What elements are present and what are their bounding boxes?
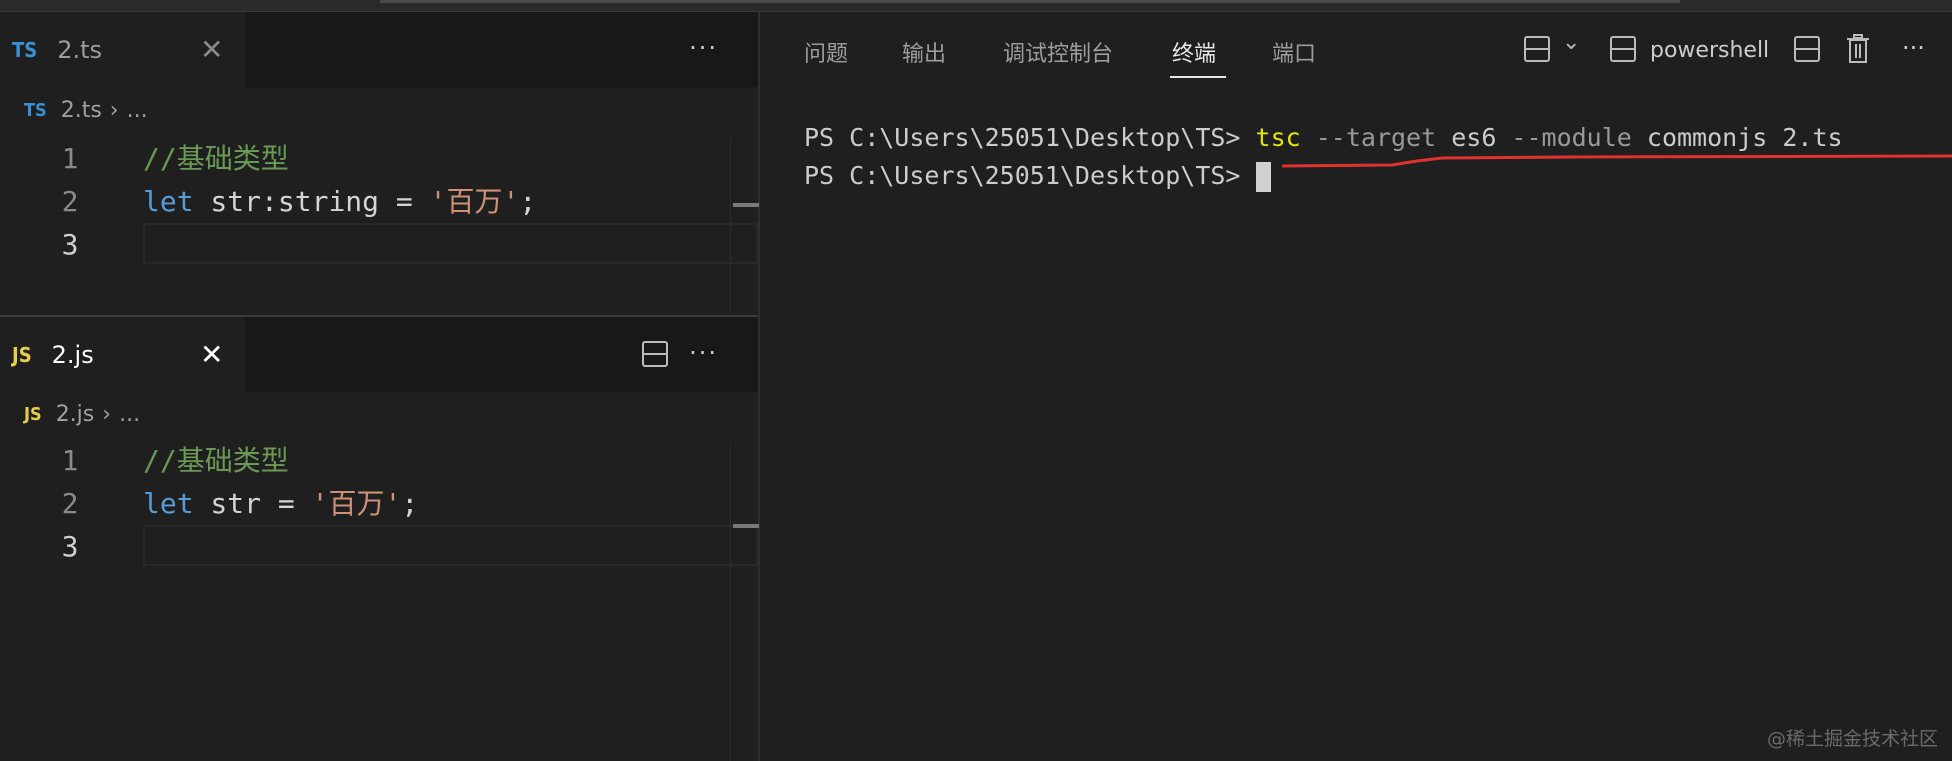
terminal-line[interactable]: PS C:\Users\25051\Desktop\TS> (804, 157, 1271, 195)
terminal-icon[interactable] (1610, 36, 1636, 62)
tab-output[interactable]: 输出 (902, 36, 946, 68)
arg-value: es6 (1451, 123, 1497, 152)
tab-ports[interactable]: 端口 (1272, 36, 1316, 68)
terminal-cursor (1255, 162, 1271, 192)
code-line: let str = '百万'; (143, 482, 418, 525)
chevron-right-icon: › (109, 98, 119, 123)
prompt: PS C:\Users\25051\Desktop\TS> (804, 123, 1256, 152)
title-bar (0, 0, 1952, 12)
trash-icon[interactable] (1846, 34, 1870, 64)
tab-terminal[interactable]: 终端 (1172, 36, 1216, 68)
watermark: @稀土掘金技术社区 (1766, 728, 1938, 750)
code-comment: //基础类型 (143, 142, 289, 175)
chevron-down-icon[interactable]: ⌄ (1562, 30, 1580, 55)
active-tab-indicator (1170, 76, 1226, 78)
breadcrumb-symbols[interactable]: ... (119, 402, 140, 427)
string-literal: '百万' (429, 185, 520, 218)
current-line-highlight (143, 525, 758, 566)
terminal-shell-name[interactable]: powershell (1650, 38, 1769, 63)
breadcrumb: JS 2.js › ... (24, 402, 140, 427)
line-number: 1 (61, 444, 79, 477)
tab-label: 2.js (51, 340, 94, 369)
chevron-right-icon: › (102, 402, 112, 427)
arg-value: commonjs 2.ts (1646, 123, 1843, 152)
tab-problems[interactable]: 问题 (804, 36, 848, 68)
code-line: let str:string = '百万'; (143, 180, 536, 223)
typescript-icon: TS (12, 37, 38, 62)
javascript-icon: JS (12, 342, 32, 367)
split-terminal-icon[interactable] (1794, 36, 1820, 62)
split-editor-icon[interactable] (642, 341, 668, 367)
ts-tab-bar: TS 2.ts ✕ ··· (0, 12, 758, 87)
line-number: 2 (61, 487, 79, 520)
line-number: 3 (61, 228, 79, 261)
current-line-highlight (143, 223, 758, 264)
command: tsc (1255, 123, 1301, 152)
more-actions-icon[interactable]: ··· (689, 339, 718, 367)
terminal-panel: 问题 输出 调试控制台 终端 端口 ⌄ powershell ··· PS C:… (762, 12, 1952, 761)
code-text: str:string = (193, 185, 430, 218)
string-literal: '百万' (311, 487, 402, 520)
breadcrumb-file[interactable]: 2.js (56, 402, 95, 427)
js-tab-bar: JS 2.js ✕ ··· (0, 317, 758, 392)
code-editor-js[interactable]: 1 //基础类型 2 let str = '百万'; 3 (0, 439, 758, 568)
editor-area: TS 2.ts ✕ ··· TS 2.ts › ... 1 //基础类型 2 let… (0, 12, 760, 761)
red-underline-annotation (1282, 154, 1952, 168)
more-actions-icon[interactable]: ··· (689, 34, 718, 62)
keyword: let (143, 487, 194, 520)
close-icon[interactable]: ✕ (200, 33, 223, 66)
code-text: ; (401, 487, 419, 520)
tab-2-js[interactable]: JS 2.js ✕ (0, 317, 245, 392)
tab-2-ts[interactable]: TS 2.ts ✕ (0, 12, 245, 87)
scrollbar[interactable] (730, 137, 759, 315)
scrollbar[interactable] (730, 444, 759, 761)
code-editor-ts[interactable]: 1 //基础类型 2 let str:string = '百万'; 3 (0, 137, 758, 266)
more-actions-icon[interactable]: ··· (1902, 34, 1925, 62)
typescript-icon: TS (24, 100, 47, 121)
line-number: 2 (61, 185, 79, 218)
close-icon[interactable]: ✕ (200, 338, 223, 371)
line-number: 1 (61, 142, 79, 175)
tab-label: 2.ts (57, 35, 103, 64)
breadcrumb: TS 2.ts › ... (24, 98, 148, 123)
keyword: let (143, 185, 194, 218)
line-number: 3 (61, 530, 79, 563)
breadcrumb-symbols[interactable]: ... (127, 98, 148, 123)
breadcrumb-file[interactable]: 2.ts (61, 98, 102, 123)
code-text: ; (519, 185, 537, 218)
tab-debug-console[interactable]: 调试控制台 (1003, 36, 1113, 68)
new-terminal-layout-icon[interactable] (1524, 36, 1550, 62)
code-text: str = (193, 487, 312, 520)
prompt: PS C:\Users\25051\Desktop\TS> (804, 161, 1256, 190)
code-comment: //基础类型 (143, 444, 289, 477)
javascript-icon: JS (24, 404, 42, 425)
flag: --module (1496, 123, 1647, 152)
flag: --target (1300, 123, 1452, 152)
